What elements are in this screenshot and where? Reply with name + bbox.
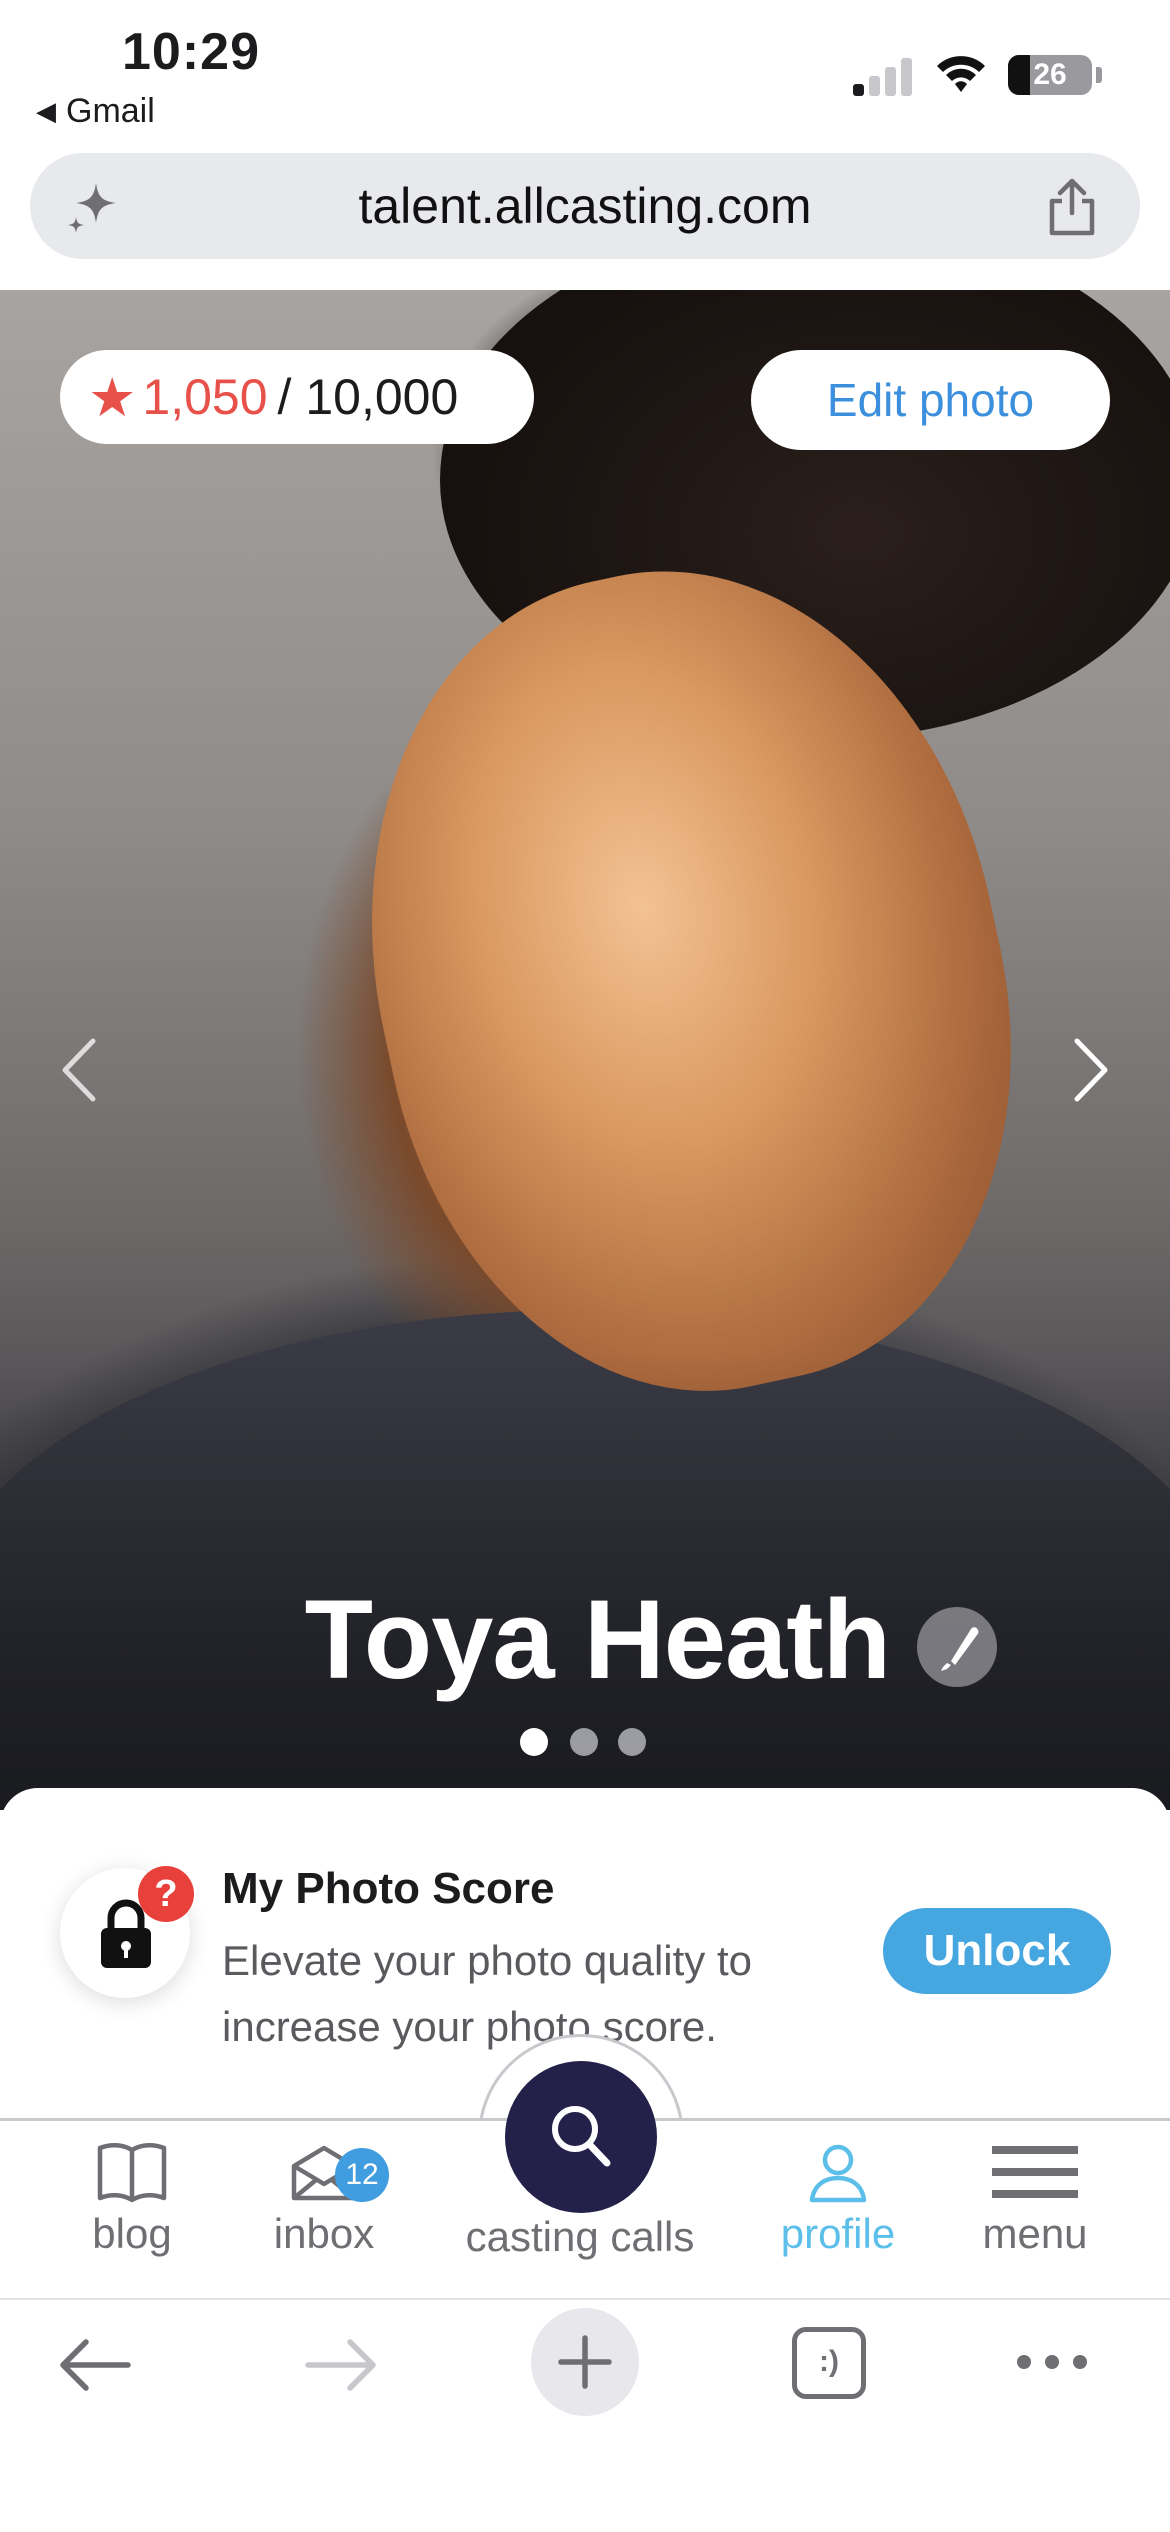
back-triangle-icon: ◀ bbox=[36, 96, 56, 126]
cellular-signal-icon bbox=[853, 56, 915, 96]
photo-score-pill: ★ 1,050 / 10,000 bbox=[60, 350, 534, 444]
nav-item-casting-calls[interactable]: casting calls bbox=[445, 2207, 715, 2261]
nav-item-profile[interactable]: profile bbox=[768, 2140, 908, 2258]
battery-level: 26 bbox=[1033, 58, 1067, 91]
photo-score-description: Elevate your photo quality to increase y… bbox=[222, 1937, 753, 2050]
chevron-right-icon[interactable] bbox=[1065, 1035, 1115, 1105]
book-icon bbox=[97, 2143, 167, 2203]
nav-label-inbox: inbox bbox=[273, 2210, 375, 2257]
pencil-icon bbox=[941, 1627, 979, 1671]
url-text[interactable]: talent.allcasting.com bbox=[30, 153, 1140, 259]
back-arrow-icon[interactable] bbox=[58, 2338, 132, 2392]
hamburger-icon bbox=[992, 2146, 1078, 2198]
more-dots-icon[interactable] bbox=[1015, 2350, 1089, 2374]
wifi-icon bbox=[937, 56, 985, 92]
score-total: / 10,000 bbox=[277, 369, 459, 425]
nav-label-blog: blog bbox=[92, 2210, 172, 2257]
plus-icon bbox=[558, 2335, 612, 2389]
pagination-dot[interactable] bbox=[618, 1728, 646, 1756]
edit-photo-button[interactable]: Edit photo bbox=[751, 350, 1110, 450]
share-icon[interactable] bbox=[1044, 177, 1100, 237]
casting-calls-search-button[interactable] bbox=[505, 2061, 657, 2213]
edit-name-button[interactable] bbox=[917, 1607, 997, 1687]
nav-label-menu: menu bbox=[982, 2210, 1088, 2257]
tabs-button[interactable]: :) bbox=[792, 2327, 866, 2399]
unlock-button[interactable]: Unlock bbox=[883, 1908, 1111, 1994]
status-bar: 10:29 ◀ Gmail 26 bbox=[0, 0, 1170, 150]
lock-badge: ? bbox=[60, 1866, 194, 1998]
battery-icon: 26 bbox=[1008, 55, 1092, 95]
star-icon: ★ bbox=[88, 367, 137, 428]
photo-pagination-dots[interactable] bbox=[520, 1728, 650, 1758]
user-icon bbox=[809, 2144, 867, 2203]
pagination-dot-active[interactable] bbox=[520, 1728, 548, 1756]
back-app-label: Gmail bbox=[66, 92, 155, 130]
search-icon bbox=[552, 2106, 611, 2167]
profile-name: Toya Heath bbox=[304, 1577, 891, 1702]
nav-item-menu[interactable]: menu bbox=[970, 2140, 1100, 2258]
pagination-dot[interactable] bbox=[570, 1728, 598, 1756]
nav-label-profile: profile bbox=[780, 2210, 896, 2257]
chevron-left-icon[interactable] bbox=[55, 1035, 105, 1105]
battery-tip bbox=[1096, 67, 1102, 83]
address-bar[interactable]: talent.allcasting.com bbox=[30, 153, 1140, 259]
forward-arrow-icon[interactable] bbox=[304, 2338, 378, 2392]
inbox-unread-badge: 12 bbox=[335, 2148, 389, 2202]
nav-item-blog[interactable]: blog bbox=[72, 2140, 192, 2258]
help-badge: ? bbox=[138, 1866, 194, 1922]
new-tab-button[interactable] bbox=[531, 2308, 639, 2416]
back-to-app-link[interactable]: ◀ Gmail bbox=[36, 92, 155, 131]
photo-score-title: My Photo Score bbox=[222, 1864, 555, 1913]
status-time: 10:29 bbox=[122, 23, 260, 81]
nav-label-casting-calls: casting calls bbox=[465, 2213, 695, 2260]
score-value: 1,050 bbox=[142, 369, 268, 425]
